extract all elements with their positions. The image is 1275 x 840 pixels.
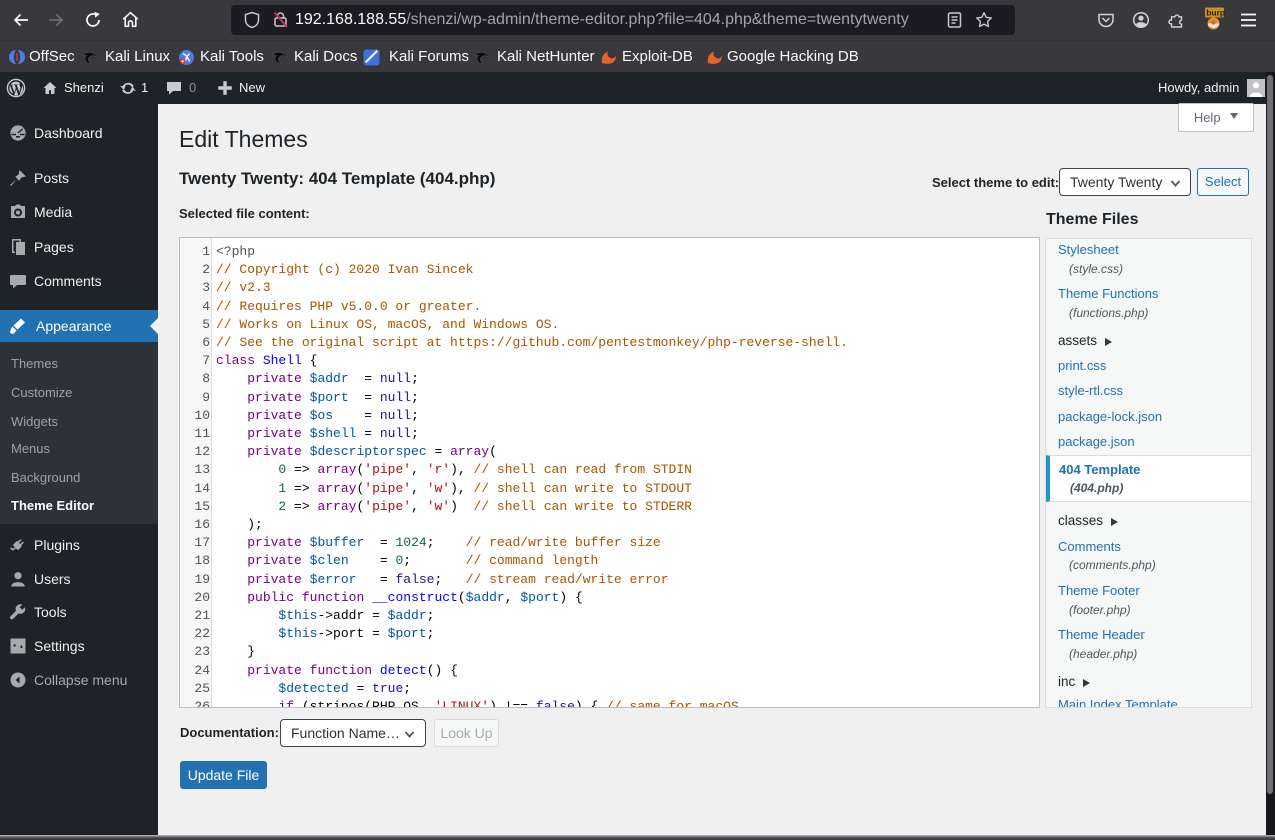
svg-text:burp: burp: [1206, 8, 1225, 18]
